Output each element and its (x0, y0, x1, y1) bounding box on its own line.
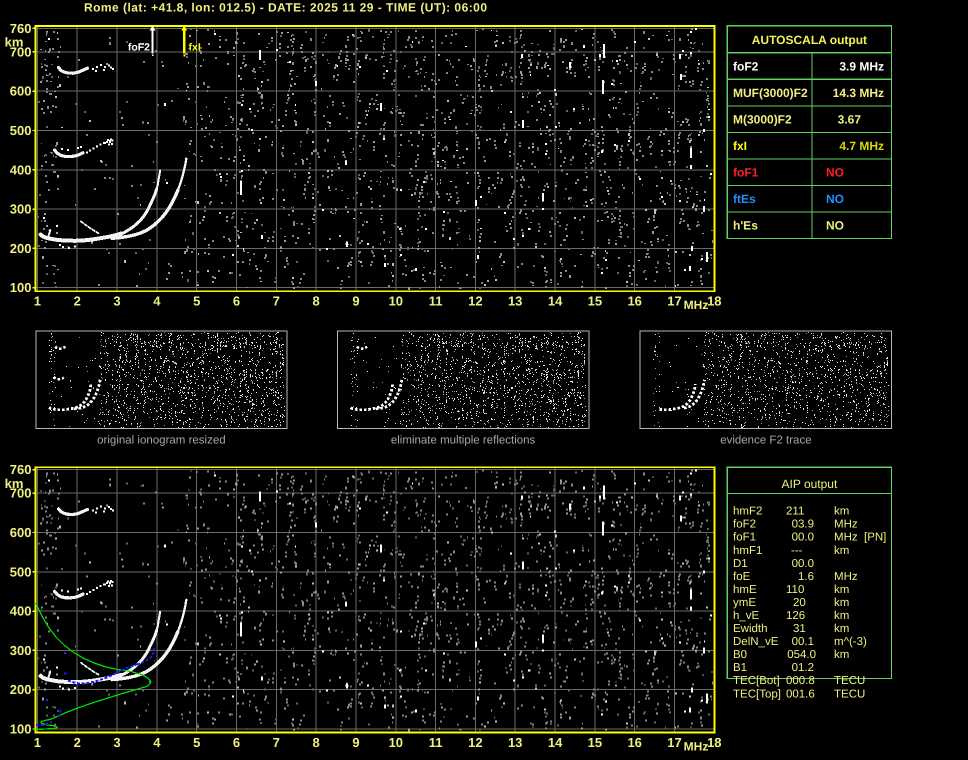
svg-text:10: 10 (389, 294, 403, 309)
svg-text:13: 13 (508, 294, 522, 309)
svg-text:4.7 MHz: 4.7 MHz (839, 139, 884, 153)
svg-text:6: 6 (233, 294, 240, 309)
svg-text:km: km (834, 610, 849, 622)
svg-text:foE: foE (733, 571, 751, 583)
svg-text:TECU: TECU (834, 688, 865, 700)
svg-text:211: 211 (786, 506, 804, 518)
svg-text:00.1: 00.1 (792, 636, 814, 648)
svg-text:km: km (834, 649, 849, 661)
svg-text:km: km (834, 597, 849, 609)
svg-text:5: 5 (193, 294, 200, 309)
svg-text:MHz: MHz (684, 298, 709, 312)
svg-text:h'Es: h'Es (733, 218, 758, 232)
svg-text:00.0: 00.0 (792, 558, 814, 570)
svg-text:110: 110 (786, 584, 804, 596)
svg-text:12: 12 (468, 294, 482, 309)
svg-text:17: 17 (667, 294, 681, 309)
svg-text:11: 11 (429, 294, 443, 309)
svg-text:300: 300 (10, 202, 32, 217)
svg-text:3.67: 3.67 (838, 112, 862, 126)
svg-text:1: 1 (34, 294, 41, 309)
svg-text:8: 8 (312, 294, 319, 309)
svg-text:400: 400 (10, 162, 32, 177)
svg-text:Rome (lat: +41.8, lon: 012.5): Rome (lat: +41.8, lon: 012.5) - DATE: 20… (84, 1, 487, 15)
svg-text:km: km (834, 545, 849, 557)
svg-text:original ionogram resized: original ionogram resized (97, 435, 225, 447)
svg-text:foF2: foF2 (733, 59, 759, 73)
svg-text:TECU: TECU (834, 675, 865, 687)
svg-text:MUF(3000)F2: MUF(3000)F2 (733, 86, 808, 100)
svg-text:NO: NO (826, 218, 844, 232)
svg-text:hmF1: hmF1 (733, 545, 762, 557)
svg-text:3: 3 (113, 294, 120, 309)
svg-text:foF1: foF1 (733, 532, 756, 544)
svg-text:foF2: foF2 (733, 519, 756, 531)
svg-text:600: 600 (10, 84, 32, 99)
svg-text:evidence F2 trace: evidence F2 trace (720, 435, 811, 447)
svg-text:2: 2 (74, 294, 81, 309)
svg-text:14.3 MHz: 14.3 MHz (833, 86, 884, 100)
svg-text:NO: NO (826, 165, 844, 179)
svg-text:01.2: 01.2 (792, 662, 814, 674)
svg-text:foF2: foF2 (128, 42, 150, 54)
svg-text:km: km (834, 584, 849, 596)
svg-text:TEC[Bot]: TEC[Bot] (733, 675, 780, 687)
svg-text:ftEs: ftEs (733, 192, 756, 206)
svg-text:9: 9 (352, 294, 359, 309)
svg-text:h_vE: h_vE (733, 610, 760, 622)
svg-text:M(3000)F2: M(3000)F2 (733, 112, 792, 126)
svg-text:4: 4 (153, 294, 161, 309)
svg-text:D1: D1 (733, 558, 748, 570)
svg-text:B1: B1 (733, 662, 747, 674)
svg-text:31: 31 (793, 623, 806, 635)
svg-text:100: 100 (10, 280, 32, 295)
svg-text:fxI: fxI (733, 139, 747, 153)
svg-text:hmE: hmE (733, 584, 757, 596)
svg-text:eliminate multiple reflections: eliminate multiple reflections (391, 435, 536, 447)
svg-text:126: 126 (786, 610, 805, 622)
svg-text:AIP output: AIP output (781, 477, 837, 491)
svg-text:TEC[Top]: TEC[Top] (733, 688, 781, 700)
svg-text:16: 16 (627, 294, 641, 309)
svg-text:MHz: MHz (834, 532, 858, 544)
svg-text:054.0: 054.0 (787, 649, 816, 661)
svg-text:00.0: 00.0 (792, 532, 814, 544)
svg-text:hmF2: hmF2 (733, 506, 762, 518)
svg-text:---: --- (791, 545, 803, 557)
svg-text:km: km (5, 35, 24, 50)
svg-text:m^(-3): m^(-3) (834, 636, 867, 648)
svg-text:km: km (834, 623, 849, 635)
svg-text:MHz: MHz (834, 571, 858, 583)
svg-text:DelN_vE: DelN_vE (733, 636, 779, 648)
svg-text:NO: NO (826, 192, 844, 206)
svg-text:000.8: 000.8 (786, 675, 815, 687)
svg-text:15: 15 (588, 294, 602, 309)
svg-text:AUTOSCALA output: AUTOSCALA output (752, 33, 867, 47)
svg-text:7: 7 (273, 294, 280, 309)
svg-text:Ewidth: Ewidth (733, 623, 768, 635)
svg-text:fxI: fxI (189, 42, 201, 54)
svg-text:foF1: foF1 (733, 165, 759, 179)
svg-text:18: 18 (707, 294, 721, 309)
svg-text:B0: B0 (733, 649, 747, 661)
svg-text:14: 14 (548, 294, 563, 309)
svg-text:001.6: 001.6 (786, 688, 815, 700)
svg-text:[PN]: [PN] (864, 532, 886, 544)
svg-text:MHz: MHz (834, 519, 858, 531)
svg-text:ymE: ymE (733, 597, 756, 609)
svg-text:3.9 MHz: 3.9 MHz (839, 59, 884, 73)
svg-text:1.6: 1.6 (798, 571, 814, 583)
svg-text:20: 20 (793, 597, 806, 609)
svg-text:500: 500 (10, 123, 32, 138)
svg-text:km: km (834, 506, 849, 518)
svg-text:03.9: 03.9 (792, 519, 814, 531)
svg-text:200: 200 (10, 241, 32, 256)
